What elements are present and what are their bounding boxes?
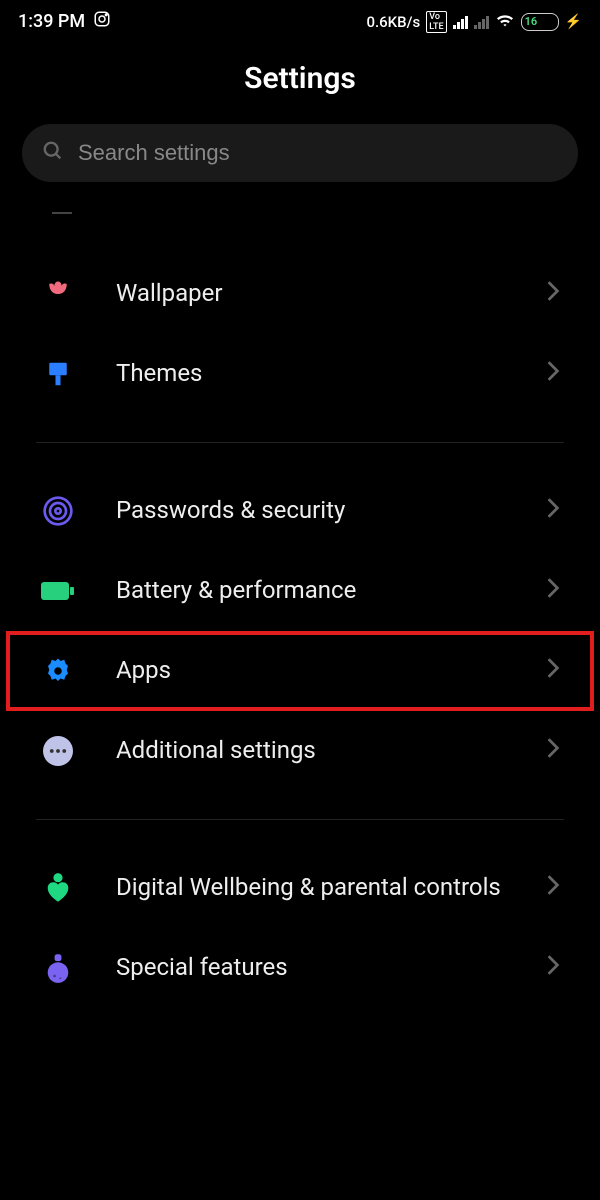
flask-icon [40,950,76,986]
row-label: Special features [116,952,506,983]
wifi-icon [495,12,515,32]
settings-list: Wallpaper Themes Passwords & security Batte… [0,254,600,1008]
partial-item-indicator [52,212,72,214]
instagram-icon [93,10,111,33]
divider [36,442,564,443]
brush-icon [40,356,76,392]
page-title: Settings [0,43,600,124]
search-icon [42,140,64,166]
row-label: Wallpaper [116,278,506,309]
chevron-right-icon [546,577,560,605]
chevron-right-icon [546,737,560,765]
settings-row-special[interactable]: Special features [0,928,600,1008]
battery-indicator: 16 [521,13,559,31]
settings-row-wallpaper[interactable]: Wallpaper [0,254,600,334]
row-label: Themes [116,358,506,389]
chevron-right-icon [546,657,560,685]
chevron-right-icon [546,497,560,525]
row-label: Battery & performance [116,575,506,606]
network-speed: 0.6KB/s [366,13,420,31]
status-time: 1:39 PM [18,11,85,32]
charging-icon: ⚡ [565,14,582,30]
settings-row-battery[interactable]: Battery & performance [0,551,600,631]
signal-icon [453,15,468,29]
chevron-right-icon [546,280,560,308]
gear-icon [40,653,76,689]
row-label: Passwords & security [116,495,506,526]
settings-row-themes[interactable]: Themes [0,334,600,414]
chevron-right-icon [546,874,560,902]
chevron-right-icon [546,360,560,388]
heart-icon [40,870,76,906]
battery-icon [40,573,76,609]
volte-icon: VoLTE [426,11,446,33]
row-label: Additional settings [116,735,506,766]
fingerprint-icon [40,493,76,529]
row-label: Digital Wellbeing & parental controls [116,872,506,903]
search-bar[interactable] [22,124,578,182]
settings-row-wellbeing[interactable]: Digital Wellbeing & parental controls [0,848,600,928]
status-bar: 1:39 PM 0.6KB/s VoLTE 16 ⚡ [0,0,600,43]
signal-icon-2 [474,15,489,29]
settings-row-passwords[interactable]: Passwords & security [0,471,600,551]
dots-icon [40,733,76,769]
row-label: Apps [116,655,506,686]
tulip-icon [40,276,76,312]
search-input[interactable] [78,140,558,166]
settings-row-apps[interactable]: Apps [6,631,594,711]
settings-row-additional[interactable]: Additional settings [0,711,600,791]
chevron-right-icon [546,954,560,982]
divider [36,819,564,820]
